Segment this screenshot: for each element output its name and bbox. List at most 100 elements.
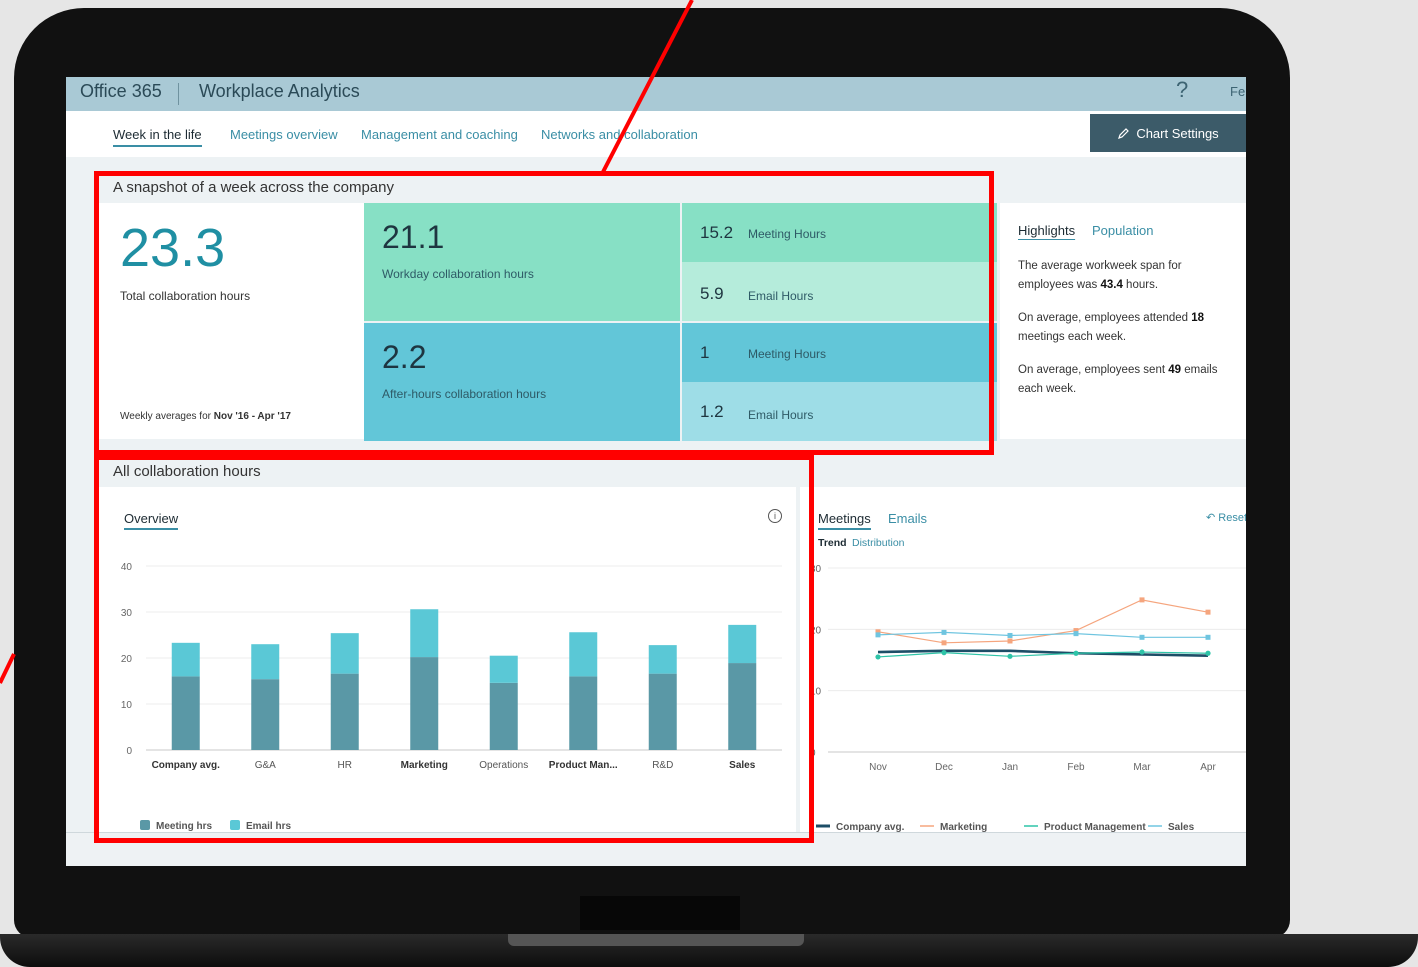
trend-point — [1205, 609, 1211, 615]
trend-point — [1007, 653, 1013, 659]
bar-email-segment — [489, 655, 518, 683]
tab-population[interactable]: Population — [1092, 223, 1153, 238]
bar-y-tick-label: 30 — [121, 608, 133, 619]
feedback-link[interactable]: Fe — [1230, 84, 1245, 99]
bar-y-tick-label: 10 — [121, 700, 133, 711]
bar-x-tick-label: Marketing — [401, 760, 448, 771]
annotation-arrow-left — [0, 653, 16, 684]
highlight-workweek-span: The average workweek span for employees … — [1018, 260, 1182, 291]
legend-label: Company avg. — [836, 822, 905, 832]
brand-separator — [178, 83, 179, 105]
bar-x-tick-label: G&A — [255, 760, 276, 771]
legend-label: Marketing — [940, 822, 987, 832]
line-y-tick-label: 30 — [810, 564, 822, 575]
after-hours-meeting-tile[interactable]: 1 Meeting Hours — [682, 323, 997, 382]
line-x-tick-label: Mar — [1133, 762, 1151, 773]
brand-label[interactable]: Office 365 — [80, 81, 162, 102]
workday-hours-label: Workday collaboration hours — [382, 267, 534, 281]
trend-point — [941, 650, 947, 656]
bar-x-tick-label: HR — [338, 760, 352, 771]
trend-point — [1139, 649, 1145, 655]
bar-y-tick-label: 0 — [126, 746, 132, 757]
bar-meeting-segment — [171, 676, 200, 750]
app-screen: Office 365 Workplace Analytics ? Fe Week… — [66, 77, 1246, 866]
edit-icon — [1118, 127, 1130, 139]
tab-week-in-the-life[interactable]: Week in the life — [113, 127, 202, 147]
trend-point — [1007, 632, 1013, 638]
meetings-trend-line-chart: 0 10 20 30 Nov Dec Jan Feb Mar Apr Company avg. Mar… — [810, 564, 1246, 832]
help-icon[interactable]: ? — [1176, 77, 1188, 103]
trend-point — [1139, 597, 1145, 603]
after-hours-meeting-value: 1 — [700, 343, 710, 362]
trend-point — [1007, 638, 1013, 644]
after-hours-email-tile[interactable]: 1.2 Email Hours — [682, 382, 997, 441]
workday-email-hours-tile[interactable]: 5.9 Email Hours — [682, 262, 997, 321]
after-hours-collaboration-tile[interactable]: 2.2 After-hours collaboration hours — [364, 323, 680, 441]
trend-point — [941, 629, 947, 635]
line-x-tick-label: Nov — [869, 762, 887, 773]
after-hours-email-label: Email Hours — [748, 408, 814, 422]
bar-y-tick-label: 20 — [121, 654, 133, 665]
line-y-tick-label: 20 — [810, 625, 822, 636]
tab-networks-and-collaboration[interactable]: Networks and collaboration — [541, 127, 698, 142]
bar-x-tick-label: R&D — [652, 760, 673, 771]
nav-bar: Week in the life Meetings overview Manag… — [66, 111, 1246, 157]
bar-email-segment — [251, 644, 280, 680]
bar-meeting-segment — [489, 682, 518, 750]
trend-line — [877, 599, 1209, 644]
bar-x-tick-label: Product Man... — [549, 760, 618, 771]
trend-point — [1073, 631, 1079, 637]
highlight-emails-sent: On average, employees sent 49 emails eac… — [1018, 364, 1218, 395]
total-hours-label: Total collaboration hours — [120, 289, 251, 303]
bar-email-segment — [569, 632, 598, 677]
workday-meeting-hours-label: Meeting Hours — [748, 227, 827, 241]
highlights-panel: Highlights Population The average workwe… — [1000, 203, 1246, 439]
weekly-averages-note: Weekly averages for Nov '16 - Apr '17 — [120, 411, 291, 422]
trend-point — [941, 640, 947, 646]
after-hours-label: After-hours collaboration hours — [382, 387, 547, 401]
bar-email-segment — [171, 642, 200, 677]
line-x-tick-label: Apr — [1200, 762, 1216, 773]
highlight-meetings-attended: On average, employees attended 18 meetin… — [1018, 312, 1205, 343]
bar-meeting-segment — [330, 673, 359, 750]
after-hours-value: 2.2 — [382, 339, 427, 375]
workday-hours-value: 21.1 — [382, 219, 445, 255]
meetings-trend-panel: Meetings Emails ↶ Reset Trend Distributi… — [800, 487, 1246, 832]
bar-y-tick-label: 40 — [121, 562, 133, 573]
app-title: Workplace Analytics — [199, 81, 360, 101]
legend-label: Sales — [1168, 822, 1195, 832]
bar-meeting-segment — [728, 663, 757, 750]
tab-highlights[interactable]: Highlights — [1018, 223, 1075, 238]
legend-swatch — [140, 820, 150, 830]
trend-line — [877, 631, 1208, 638]
total-hours-value: 23.3 — [120, 218, 226, 278]
collaboration-chart-panel: Overview i 0 10 20 30 40 Company avg. G&A HR Mar… — [96, 487, 796, 832]
line-x-tick-label: Jan — [1002, 762, 1018, 773]
workday-collaboration-tile[interactable]: 21.1 Workday collaboration hours — [364, 203, 680, 321]
line-x-tick-label: Dec — [935, 762, 953, 773]
tab-meetings-overview[interactable]: Meetings overview — [230, 127, 338, 142]
line-y-tick-label: 0 — [810, 748, 816, 759]
trend-point — [875, 632, 881, 638]
collaboration-hours-title: All collaboration hours — [113, 463, 261, 480]
bar-email-segment — [648, 645, 677, 674]
trend-point — [875, 654, 881, 660]
trend-point — [1139, 634, 1145, 640]
total-collaboration-tile: 23.3 Total collaboration hours Weekly av… — [96, 203, 364, 439]
laptop-notch — [508, 934, 804, 946]
trend-point — [1205, 650, 1211, 656]
chart-settings-button[interactable]: Chart Settings — [1090, 114, 1246, 152]
bar-x-tick-label: Operations — [479, 760, 528, 771]
workday-email-hours-label: Email Hours — [748, 289, 814, 303]
legend-swatch — [230, 820, 240, 830]
collaboration-bar-chart: 0 10 20 30 40 Company avg. G&A HR Marketing Opera… — [121, 562, 782, 832]
bottom-strip — [66, 832, 1246, 866]
bar-meeting-segment — [410, 657, 439, 750]
tab-management-and-coaching[interactable]: Management and coaching — [361, 127, 518, 142]
title-bar: Office 365 Workplace Analytics ? Fe — [66, 77, 1246, 111]
line-y-tick-label: 10 — [810, 687, 822, 698]
workday-meeting-hours-tile[interactable]: 15.2 Meeting Hours — [682, 203, 997, 262]
legend-label: Email hrs — [246, 821, 291, 832]
bar-meeting-segment — [648, 673, 677, 750]
bar-x-tick-label: Company avg. — [152, 760, 221, 771]
